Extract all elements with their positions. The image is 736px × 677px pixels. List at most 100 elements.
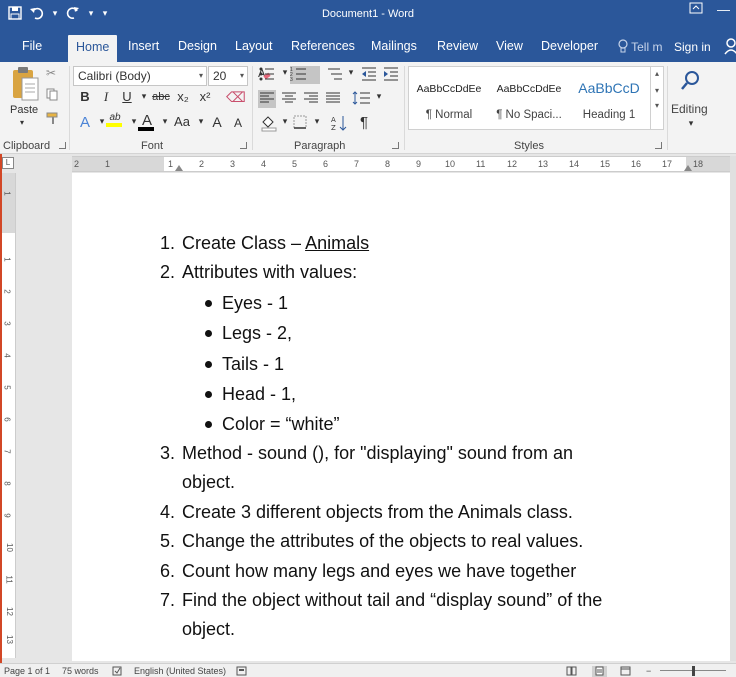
line-spacing-dropdown-icon[interactable]: ▾ <box>370 91 388 102</box>
editing-button[interactable] <box>668 66 714 99</box>
tab-file[interactable]: File <box>22 39 42 53</box>
paste-clipboard-icon <box>13 67 39 101</box>
borders-dropdown-icon[interactable]: ▾ <box>308 116 326 127</box>
list-item-text: Find the object without tail and “displa… <box>182 590 603 610</box>
cut-icon[interactable]: ✂ <box>46 66 56 80</box>
style-heading-1[interactable]: AaBbCcD Heading 1 <box>569 67 649 129</box>
clipboard-group-label: Clipboard <box>3 140 51 152</box>
change-case-button[interactable]: Aa <box>170 114 194 129</box>
paragraph-launcher-icon[interactable] <box>392 142 399 149</box>
tell-me-box[interactable]: Tell m <box>618 39 662 54</box>
bold-button[interactable]: B <box>76 89 94 104</box>
paste-dropdown-icon[interactable]: ▾ <box>20 118 24 127</box>
superscript-button[interactable]: x² <box>196 89 214 104</box>
list-item: 2. <box>160 262 176 282</box>
language-indicator[interactable]: English (United States) <box>134 666 226 676</box>
list-item: 6. <box>160 561 176 581</box>
status-bar: Page 1 of 1 75 words English (United Sta… <box>0 663 736 677</box>
font-name-box[interactable]: Calibri (Body) ▾ <box>73 66 207 86</box>
tab-selector[interactable]: L <box>2 157 14 169</box>
page-count[interactable]: Page 1 of 1 <box>4 666 50 676</box>
zoom-slider-thumb[interactable] <box>692 666 695 676</box>
read-mode-icon[interactable] <box>566 666 577 677</box>
style-heading-1-name: Heading 1 <box>582 109 636 121</box>
list-item-text: Create 3 different objects from the Anim… <box>182 502 573 522</box>
tab-view[interactable]: View <box>496 39 523 53</box>
bullets-icon[interactable] <box>258 66 276 84</box>
font-name-dropdown-icon[interactable]: ▾ <box>199 71 203 80</box>
tab-layout[interactable]: Layout <box>235 39 273 53</box>
bullet-icon <box>205 300 212 307</box>
editing-dropdown-icon[interactable]: ▾ <box>682 118 700 129</box>
font-color-button[interactable]: A <box>138 112 156 131</box>
tab-review[interactable]: Review <box>437 39 478 53</box>
class-name-animals: Animals <box>305 233 370 253</box>
clear-all-formatting-icon[interactable]: ⌫ <box>226 89 246 106</box>
word-count[interactable]: 75 words <box>62 666 99 676</box>
align-center-icon[interactable] <box>280 90 298 108</box>
tab-developer[interactable]: Developer <box>541 39 598 53</box>
strikethrough-button[interactable]: abc <box>150 91 172 103</box>
decrease-indent-icon[interactable] <box>360 66 378 84</box>
italic-button[interactable]: I <box>97 89 115 105</box>
copy-icon[interactable] <box>46 88 59 104</box>
web-layout-icon[interactable] <box>620 666 631 677</box>
tab-home[interactable]: Home <box>68 35 118 62</box>
sort-icon[interactable]: AZ <box>330 114 348 132</box>
minimize-icon[interactable]: — <box>717 2 730 17</box>
paragraph-group-label: Paragraph <box>294 140 346 152</box>
right-indent-marker-icon[interactable] <box>684 165 692 171</box>
font-size-dropdown-icon[interactable]: ▾ <box>240 71 244 80</box>
styles-gallery-scroll[interactable]: ▴ ▾ ▾ <box>650 67 663 129</box>
tab-mailings[interactable]: Mailings <box>371 39 417 53</box>
subscript-button[interactable]: x₂ <box>174 89 192 104</box>
grow-font-button[interactable]: A <box>208 114 226 130</box>
increase-indent-icon[interactable] <box>382 66 400 84</box>
proofing-icon[interactable] <box>112 666 123 677</box>
font-size-box[interactable]: 20 ▾ <box>208 66 248 86</box>
tab-insert[interactable]: Insert <box>128 39 159 53</box>
align-right-icon[interactable] <box>302 90 320 108</box>
macro-record-icon[interactable] <box>236 666 247 677</box>
align-left-icon[interactable] <box>258 90 276 108</box>
style-normal-name: ¶ Normal <box>425 109 473 121</box>
font-launcher-icon[interactable] <box>240 142 247 149</box>
bullet-item-text: Head - 1, <box>222 384 297 404</box>
sign-in-link[interactable]: Sign in <box>674 40 711 54</box>
share-person-icon[interactable] <box>724 37 736 55</box>
list-item: 1. <box>160 233 176 253</box>
format-painter-icon[interactable] <box>46 112 60 128</box>
clipboard-launcher-icon[interactable] <box>59 142 66 149</box>
underline-button[interactable]: U <box>118 89 136 104</box>
show-formatting-marks-icon[interactable]: ¶ <box>355 114 373 131</box>
numbering-icon[interactable]: 123 <box>290 66 320 84</box>
multilevel-dropdown-icon[interactable]: ▾ <box>342 67 360 78</box>
horizontal-ruler[interactable]: 2 1 1 2 3 4 5 6 7 8 9 10 11 12 13 14 15 … <box>72 156 730 172</box>
list-item-continuation: object. <box>182 472 236 492</box>
ribbon-home: Paste ▾ ✂ Clipboard Calibri (Body) ▾ 20 … <box>0 62 736 154</box>
tell-me-placeholder: Tell m <box>631 40 663 54</box>
tab-design[interactable]: Design <box>178 39 217 53</box>
paste-button[interactable] <box>6 66 44 107</box>
vertical-ruler[interactable]: 1 1 2 3 4 5 6 7 8 9 10 11 12 13 <box>2 173 16 658</box>
gallery-down-icon[interactable]: ▾ <box>651 86 663 95</box>
style-normal[interactable]: AaBbCcDdEe ¶ Normal <box>409 67 489 129</box>
vertical-scrollbar[interactable] <box>730 156 736 661</box>
zoom-out-icon[interactable]: − <box>646 666 651 676</box>
print-layout-icon[interactable] <box>592 666 607 677</box>
gallery-up-icon[interactable]: ▴ <box>651 69 663 78</box>
gallery-more-icon[interactable]: ▾ <box>651 101 663 110</box>
styles-launcher-icon[interactable] <box>655 142 662 149</box>
font-size-value: 20 <box>213 69 227 83</box>
tab-references[interactable]: References <box>291 39 355 53</box>
highlight-button[interactable]: ab <box>106 112 124 127</box>
document-page[interactable]: 1. Create Class – Animals 2. Attributes … <box>72 173 730 661</box>
paste-label: Paste <box>10 104 39 116</box>
indent-marker-icon[interactable] <box>175 165 183 171</box>
justify-icon[interactable] <box>324 90 342 108</box>
shrink-font-button[interactable]: A <box>229 116 247 130</box>
line-spacing-icon[interactable] <box>352 90 370 108</box>
style-no-spacing[interactable]: AaBbCcDdEe ¶ No Spaci... <box>489 67 569 129</box>
ribbon-display-options-icon[interactable] <box>689 2 703 17</box>
text-effects-button[interactable]: A <box>76 114 94 131</box>
